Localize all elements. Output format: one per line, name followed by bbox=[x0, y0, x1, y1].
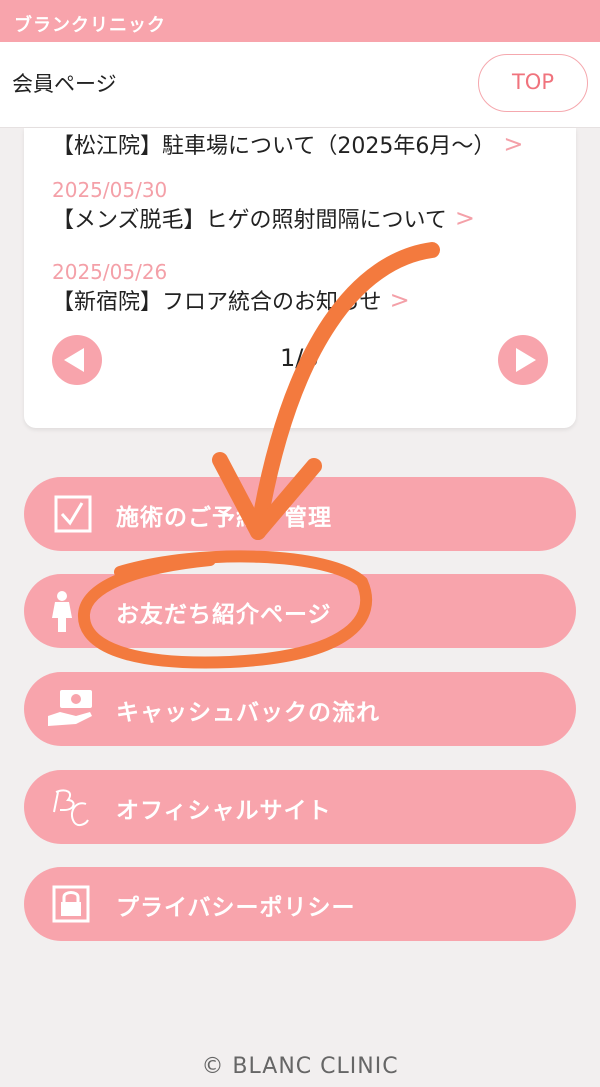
news-date: 2025/05/26 bbox=[52, 260, 168, 284]
menu-label: お友だち紹介ページ bbox=[116, 602, 332, 628]
footer-copyright: © BLANC CLINIC bbox=[201, 1054, 399, 1079]
news-item[interactable]: 2025/05/26 【新宿院】フロア統合のお知らせ > bbox=[52, 260, 552, 316]
triangle-left-icon bbox=[64, 348, 84, 372]
woman-icon bbox=[52, 591, 72, 632]
news-card: 【松江院】駐車場について（2025年6月〜） > 2025/05/30 【メンズ… bbox=[24, 128, 576, 428]
reservation-button[interactable]: 施術のご予約・管理 bbox=[24, 477, 576, 551]
brand-name: ブランクリニック bbox=[14, 15, 166, 36]
top-button[interactable]: TOP bbox=[478, 54, 588, 112]
menu-label: キャッシュバックの流れ bbox=[116, 700, 380, 726]
page-title: 会員ページ bbox=[12, 72, 117, 96]
cashback-button[interactable]: キャッシュバックの流れ bbox=[24, 672, 576, 746]
news-title: 【新宿院】フロア統合のお知らせ bbox=[52, 290, 382, 315]
bc-logo-icon bbox=[53, 789, 89, 827]
news-title: 【松江院】駐車場について（2025年6月〜） bbox=[52, 134, 496, 159]
menu-label: 施術のご予約・管理 bbox=[116, 505, 332, 531]
news-item[interactable]: 2025/05/30 【メンズ脱毛】ヒゲの照射間隔について > bbox=[52, 178, 552, 234]
lock-icon bbox=[52, 885, 90, 923]
prev-page-button[interactable] bbox=[52, 335, 102, 385]
chevron-right-icon: > bbox=[454, 204, 476, 232]
triangle-right-icon bbox=[516, 348, 536, 372]
menu-label: プライバシーポリシー bbox=[116, 895, 356, 921]
news-item[interactable]: 【松江院】駐車場について（2025年6月〜） > bbox=[52, 128, 552, 160]
chevron-right-icon: > bbox=[389, 286, 410, 314]
official-site-button[interactable]: オフィシャルサイト bbox=[24, 770, 576, 844]
menu-label: オフィシャルサイト bbox=[116, 798, 332, 824]
brand-bar: ブランクリニック bbox=[0, 0, 600, 42]
friend-referral-button[interactable]: お友だち紹介ページ bbox=[24, 574, 576, 648]
chevron-right-icon: > bbox=[503, 130, 524, 158]
page-indicator: 1/6 bbox=[280, 344, 319, 372]
checkbox-icon bbox=[54, 495, 92, 533]
news-date: 2025/05/30 bbox=[52, 178, 168, 202]
privacy-policy-button[interactable]: プライバシーポリシー bbox=[24, 867, 576, 941]
next-page-button[interactable] bbox=[498, 335, 548, 385]
news-title: 【メンズ脱毛】ヒゲの照射間隔について bbox=[52, 208, 447, 233]
header: 会員ページ TOP bbox=[0, 42, 600, 128]
cash-hand-icon bbox=[48, 690, 92, 726]
